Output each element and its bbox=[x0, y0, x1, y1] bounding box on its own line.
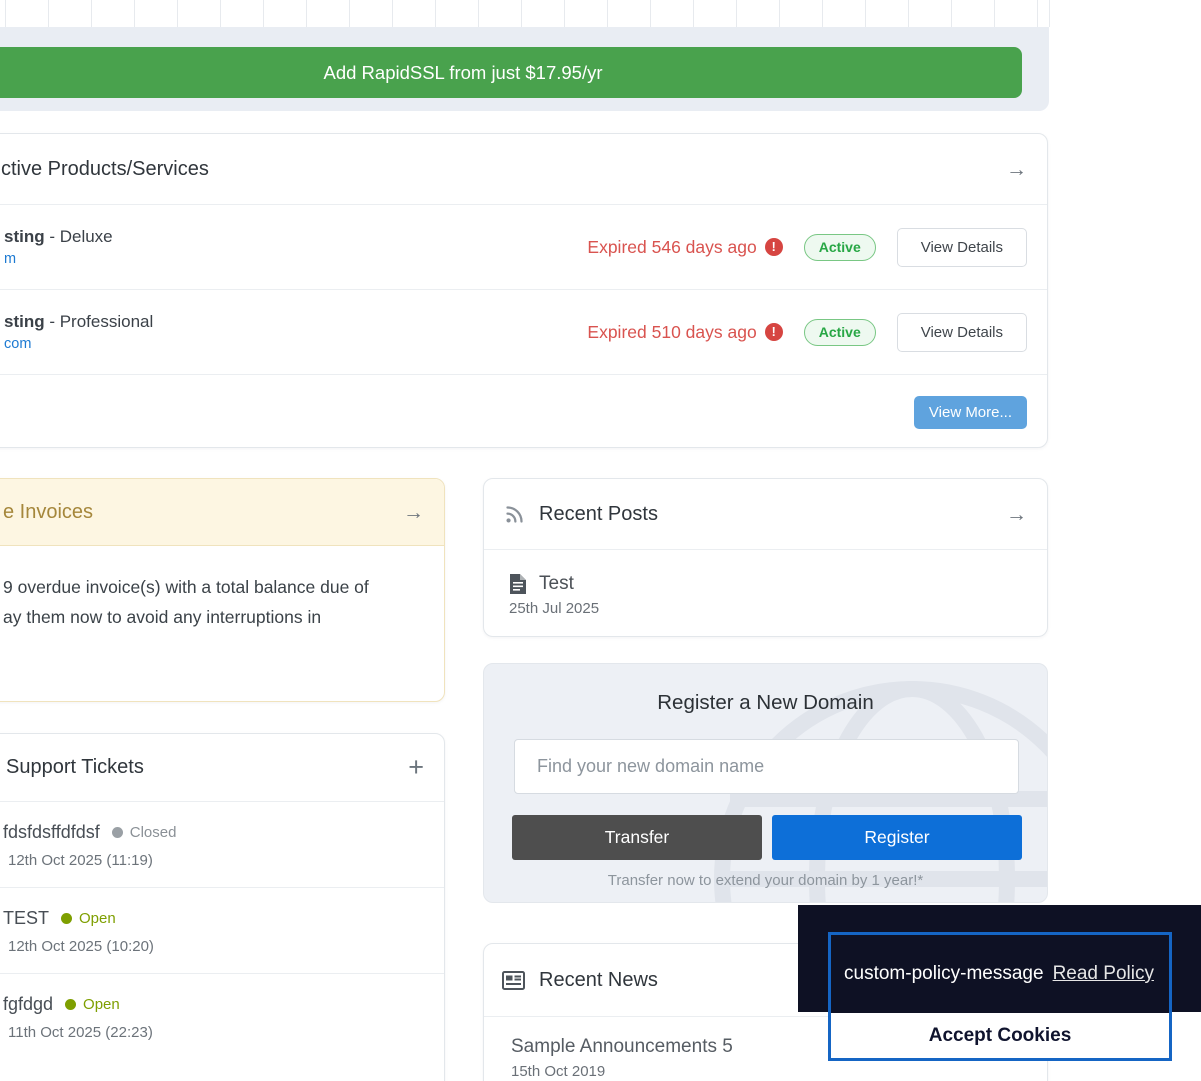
post-title-link[interactable]: Test bbox=[539, 573, 574, 595]
ticket-list-item: TEST Open 12th Oct 2025 (10:20) bbox=[0, 887, 444, 973]
table-column-grid bbox=[0, 0, 1050, 27]
support-tickets-card: Support Tickets + fdsfdsffdfdsf Closed 1… bbox=[0, 733, 445, 1081]
read-policy-link[interactable]: Read Policy bbox=[1053, 963, 1154, 985]
overdue-invoices-card: e Invoices → 9 overdue invoice(s) with a… bbox=[0, 478, 445, 702]
expired-label: Expired 510 days ago! bbox=[587, 322, 782, 343]
transfer-button[interactable]: Transfer bbox=[512, 815, 762, 860]
plus-icon[interactable]: + bbox=[408, 754, 424, 781]
status-badge: Active bbox=[804, 234, 876, 261]
product-group: sting bbox=[4, 312, 45, 331]
products-card-title: ctive Products/Services bbox=[1, 158, 209, 181]
ticket-status: Closed bbox=[130, 824, 177, 841]
cookie-banner: custom-policy-message Read Policy Accept… bbox=[828, 932, 1172, 1061]
invoices-message-line2: ay them now to avoid any interruptions i… bbox=[3, 602, 424, 632]
product-row: sting - Professional com Expired 510 day… bbox=[0, 290, 1047, 375]
products-card-footer: View More... bbox=[0, 375, 1047, 448]
ticket-list-item: fdsfdsffdfdsf Closed 12th Oct 2025 (11:1… bbox=[0, 801, 444, 887]
view-details-button[interactable]: View Details bbox=[897, 228, 1027, 267]
status-dot-icon bbox=[61, 913, 72, 924]
post-list-item: Test 25th Jul 2025 bbox=[484, 550, 1047, 617]
product-group: sting bbox=[4, 227, 45, 246]
invoices-card-title: e Invoices bbox=[3, 501, 93, 524]
recent-posts-card: Recent Posts → Test 25th Jul 2025 bbox=[483, 478, 1048, 637]
ticket-status: Open bbox=[83, 996, 120, 1013]
rss-icon bbox=[504, 504, 525, 525]
product-plan: - Deluxe bbox=[45, 227, 113, 246]
news-date: 15th Oct 2019 bbox=[511, 1063, 1047, 1080]
product-name: sting - Deluxe bbox=[4, 227, 113, 247]
add-rapidssl-button[interactable]: Add RapidSSL from just $17.95/yr bbox=[0, 47, 1022, 98]
status-badge: Active bbox=[804, 319, 876, 346]
product-plan: - Professional bbox=[45, 312, 154, 331]
status-dot-icon bbox=[65, 999, 76, 1010]
product-domain-link[interactable]: com bbox=[4, 336, 31, 352]
arrow-right-icon[interactable]: → bbox=[1006, 159, 1027, 180]
invoices-message: 9 overdue invoice(s) with a total balanc… bbox=[0, 546, 444, 632]
ticket-title-link[interactable]: fgfdgd bbox=[3, 994, 53, 1015]
news-title-link[interactable]: Sample Announcements 5 bbox=[511, 1036, 733, 1057]
status-dot-icon bbox=[112, 827, 123, 838]
ticket-list-item: fgfdgd Open 11th Oct 2025 (22:23) bbox=[0, 973, 444, 1059]
recent-news-title: Recent News bbox=[539, 969, 658, 992]
exclamation-circle-icon: ! bbox=[765, 238, 783, 256]
register-button[interactable]: Register bbox=[772, 815, 1022, 860]
newspaper-icon bbox=[502, 971, 525, 990]
expired-label: Expired 546 days ago! bbox=[587, 237, 782, 258]
ticket-date: 12th Oct 2025 (11:19) bbox=[3, 852, 424, 869]
view-more-button[interactable]: View More... bbox=[914, 396, 1027, 429]
product-name: sting - Professional bbox=[4, 312, 153, 332]
view-details-button[interactable]: View Details bbox=[897, 313, 1027, 352]
ticket-title-link[interactable]: fdsfdsffdfdsf bbox=[3, 822, 100, 843]
ticket-title-link[interactable]: TEST bbox=[3, 908, 49, 929]
ticket-date: 11th Oct 2025 (22:23) bbox=[3, 1024, 424, 1041]
register-domain-panel: Register a New Domain Transfer Register … bbox=[483, 663, 1048, 903]
products-services-card: ctive Products/Services → sting - Deluxe… bbox=[0, 133, 1048, 448]
product-row: sting - Deluxe m Expired 546 days ago! A… bbox=[0, 205, 1047, 290]
invoices-message-line1: 9 overdue invoice(s) with a total balanc… bbox=[3, 572, 424, 602]
post-date: 25th Jul 2025 bbox=[509, 600, 1047, 617]
ticket-date: 12th Oct 2025 (10:20) bbox=[3, 938, 424, 955]
transfer-note: Transfer now to extend your domain by 1 … bbox=[484, 872, 1047, 889]
accept-cookies-button[interactable]: Accept Cookies bbox=[831, 1013, 1169, 1058]
page: Add RapidSSL from just $17.95/yr ctive P… bbox=[0, 0, 1201, 1081]
document-icon bbox=[509, 573, 527, 595]
support-tickets-title: Support Tickets bbox=[6, 756, 144, 779]
register-domain-title: Register a New Domain bbox=[484, 691, 1047, 715]
exclamation-circle-icon: ! bbox=[765, 323, 783, 341]
cookie-policy-message: custom-policy-message bbox=[844, 963, 1044, 985]
arrow-right-icon[interactable]: → bbox=[1006, 504, 1027, 525]
domain-search-input[interactable] bbox=[514, 739, 1019, 794]
recent-posts-title: Recent Posts bbox=[539, 503, 658, 526]
product-domain-link[interactable]: m bbox=[4, 251, 16, 267]
ticket-status: Open bbox=[79, 910, 116, 927]
arrow-right-icon[interactable]: → bbox=[403, 502, 424, 523]
